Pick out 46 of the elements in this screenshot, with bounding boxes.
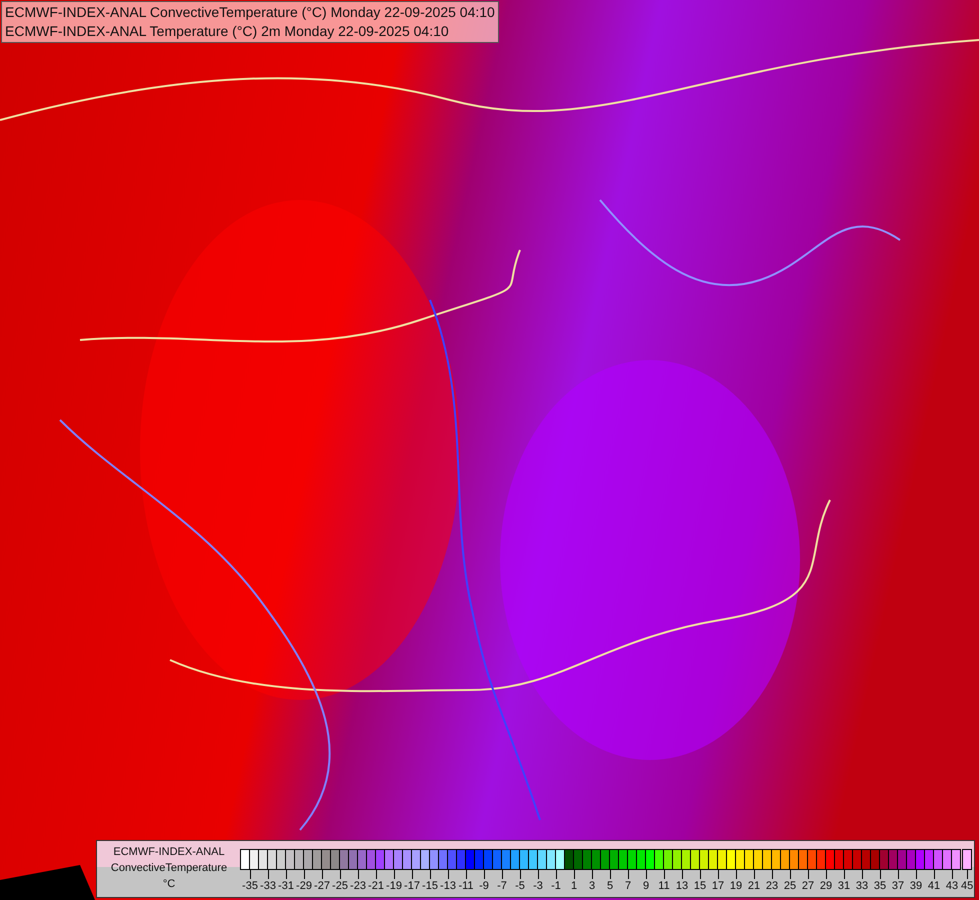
scale-label: -5 xyxy=(515,879,525,893)
scale-label: 3 xyxy=(588,879,596,893)
scale-label: -31 xyxy=(278,879,294,893)
scale-label: 27 xyxy=(802,879,814,893)
scale-label: 37 xyxy=(892,879,904,893)
legend-unit: °C xyxy=(162,877,176,892)
scale-label: -9 xyxy=(479,879,489,893)
scale-label: 5 xyxy=(606,879,614,893)
scale-label: 29 xyxy=(820,879,832,893)
legend-model: ECMWF-INDEX-ANAL xyxy=(113,845,225,860)
scale-label: 7 xyxy=(624,879,632,893)
scale-label: -27 xyxy=(314,879,330,893)
scale-label: 9 xyxy=(642,879,650,893)
scale-label: -3 xyxy=(533,879,543,893)
scale-label: 17 xyxy=(712,879,724,893)
scale-label: -17 xyxy=(404,879,420,893)
scale-label: 33 xyxy=(856,879,868,893)
scale-label: 19 xyxy=(730,879,742,893)
scale-label: -35 xyxy=(242,879,258,893)
scale-label: -13 xyxy=(440,879,456,893)
scale-label: -19 xyxy=(386,879,402,893)
scale-label: 31 xyxy=(838,879,850,893)
scale-label: -23 xyxy=(350,879,366,893)
scale-label: 39 xyxy=(910,879,922,893)
scale-label: 23 xyxy=(766,879,778,893)
scale-label: -11 xyxy=(458,879,474,893)
scale-label: 13 xyxy=(676,879,688,893)
scale-label: 43 xyxy=(946,879,958,893)
scale-label: -25 xyxy=(332,879,348,893)
scale-label: 35 xyxy=(874,879,886,893)
scale-label: -29 xyxy=(296,879,312,893)
scale-label: -7 xyxy=(497,879,507,893)
scale-label: 25 xyxy=(784,879,796,893)
scale-label: 15 xyxy=(694,879,706,893)
scale-label: -1 xyxy=(551,879,561,893)
scale-label: 11 xyxy=(658,879,670,893)
scale-label: -15 xyxy=(422,879,438,893)
legend-parameter: ConvectiveTemperature xyxy=(110,861,228,876)
scale-label: 41 xyxy=(928,879,940,893)
scale-label: 1 xyxy=(570,879,578,893)
map-title: ECMWF-INDEX-ANAL ConvectiveTemperature (°C) Monday 22-09-2025 04:10 xyxy=(5,3,495,22)
map-title: ECMWF-INDEX-ANAL Temperature (°C) 2m Monday 22-09-2025 04:10 xyxy=(5,22,450,41)
scale-label: 45 xyxy=(961,879,974,893)
scale-label: -33 xyxy=(260,879,276,893)
scale-label: -21 xyxy=(368,879,384,893)
scale-label: 21 xyxy=(748,879,760,893)
